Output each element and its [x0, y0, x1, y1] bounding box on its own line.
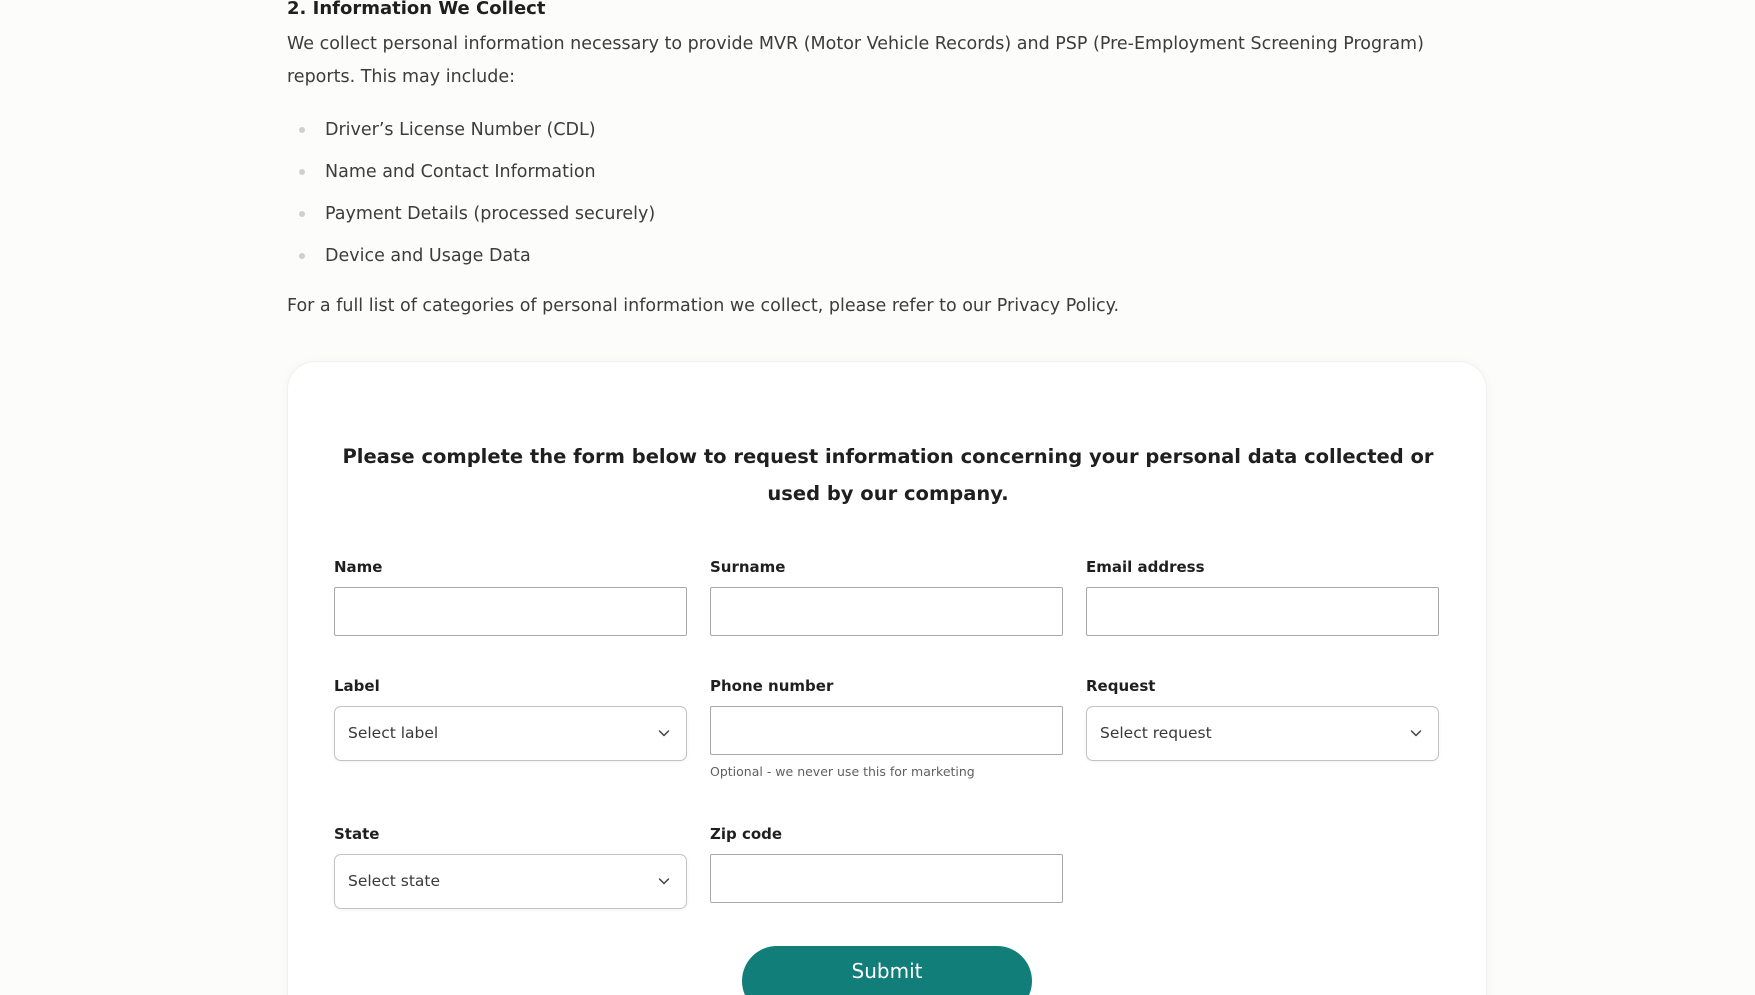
label-label: Label	[334, 677, 380, 695]
surname-input[interactable]	[710, 587, 1063, 636]
zip-input[interactable]	[710, 854, 1063, 903]
email-field-group: Email address	[1086, 558, 1439, 636]
surname-field-group: Surname	[710, 558, 1063, 636]
bullet-icon	[299, 253, 305, 259]
bullet-icon	[299, 127, 305, 133]
request-select[interactable]: Select request	[1086, 706, 1439, 761]
request-label: Request	[1086, 677, 1156, 695]
name-input[interactable]	[334, 587, 687, 636]
request-form-card: Please complete the form below to reques…	[287, 361, 1487, 995]
name-label: Name	[334, 558, 383, 576]
phone-field-group: Phone number Optional - we never use thi…	[710, 677, 1063, 779]
list-item-text: Driver’s License Number (CDL)	[325, 120, 596, 140]
chevron-down-icon	[658, 730, 670, 737]
full-list-note: For a full list of categories of persona…	[287, 296, 1120, 316]
phone-hint: Optional - we never use this for marketi…	[710, 764, 975, 779]
label-select-value: Select label	[348, 724, 439, 742]
name-field-group: Name	[334, 558, 687, 636]
state-field-group: State Select state	[334, 825, 687, 909]
label-select[interactable]: Select label	[334, 706, 687, 761]
list-item: Name and Contact Information	[287, 155, 655, 197]
zip-label: Zip code	[710, 825, 783, 843]
section-heading: 2. Information We Collect	[287, 0, 546, 19]
page: 2. Information We Collect We collect per…	[0, 0, 1755, 995]
bullet-icon	[299, 211, 305, 217]
state-label: State	[334, 825, 380, 843]
phone-input[interactable]	[710, 706, 1063, 755]
chevron-down-icon	[1410, 730, 1422, 737]
email-label: Email address	[1086, 558, 1205, 576]
list-item-text: Name and Contact Information	[325, 162, 596, 182]
list-item: Driver’s License Number (CDL)	[287, 113, 655, 155]
bullet-icon	[299, 169, 305, 175]
list-item: Payment Details (processed securely)	[287, 197, 655, 239]
email-input[interactable]	[1086, 587, 1439, 636]
submit-button[interactable]: Submit	[742, 946, 1032, 995]
zip-field-group: Zip code	[710, 825, 1063, 903]
list-item-text: Device and Usage Data	[325, 246, 531, 266]
request-select-value: Select request	[1100, 724, 1212, 742]
phone-label: Phone number	[710, 677, 834, 695]
chevron-down-icon	[658, 878, 670, 885]
list-item: Device and Usage Data	[287, 239, 655, 281]
state-select[interactable]: Select state	[334, 854, 687, 909]
intro-paragraph: We collect personal information necessar…	[287, 34, 1424, 87]
form-title: Please complete the form below to reques…	[342, 445, 1434, 505]
surname-label: Surname	[710, 558, 786, 576]
collected-info-list: Driver’s License Number (CDL) Name and C…	[287, 113, 655, 281]
list-item-text: Payment Details (processed securely)	[325, 204, 656, 224]
state-select-value: Select state	[348, 872, 441, 890]
request-field-group: Request Select request	[1086, 677, 1439, 761]
label-field-group: Label Select label	[334, 677, 687, 761]
